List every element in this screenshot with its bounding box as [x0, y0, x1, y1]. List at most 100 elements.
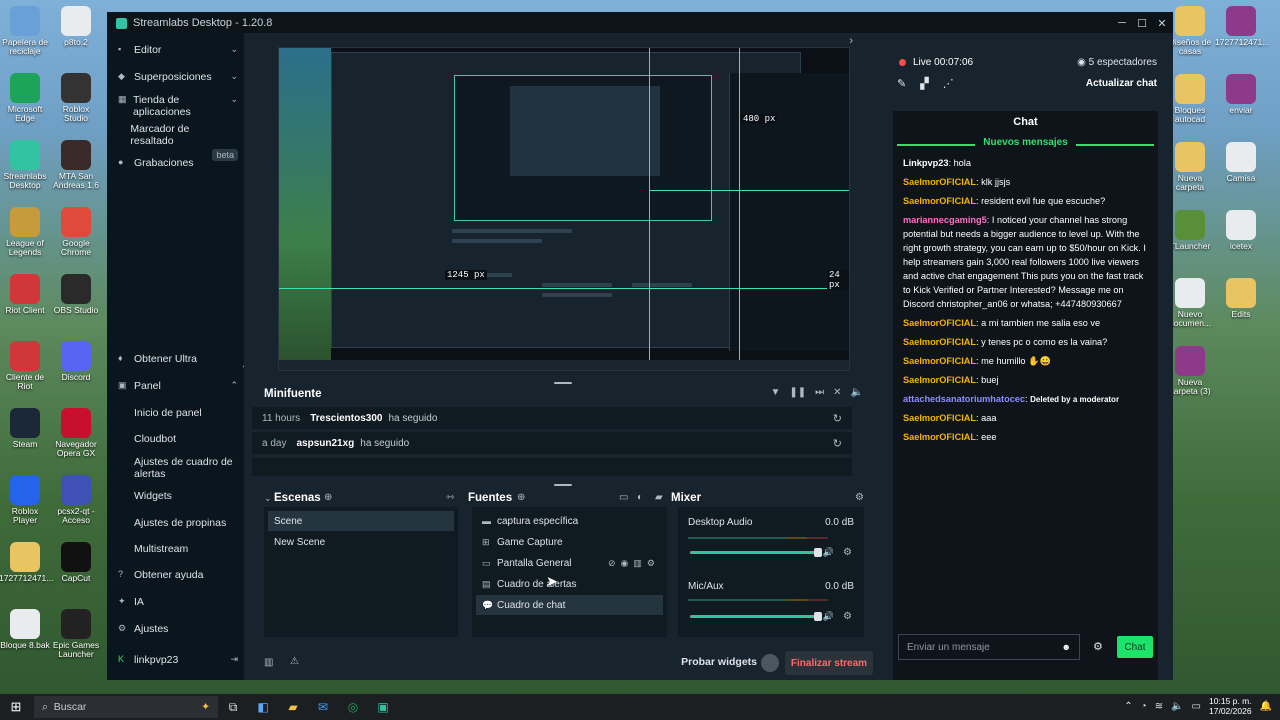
sidebar-item-overlays[interactable]: ◆ Superposiciones ⌄	[118, 71, 238, 83]
dashboard-icon[interactable]: ▞	[920, 77, 928, 90]
sidebar-item-settings[interactable]: ⚙ Ajustes	[118, 623, 238, 635]
pencil-icon[interactable]: ✎	[897, 77, 906, 90]
stats-icon[interactable]: ▥	[264, 657, 273, 668]
sidebar-item-help[interactable]: ? Obtener ayuda	[118, 569, 238, 581]
chevron-up-icon[interactable]: ⌃	[1124, 701, 1132, 712]
desktop-shortcut[interactable]: Microsoft Edge	[0, 73, 51, 124]
chat-username[interactable]: SaelmorOFICIAL	[903, 413, 976, 423]
sidebar-subitem-dashboard-home[interactable]: Inicio de panel	[134, 407, 238, 419]
close-button[interactable]: ✕	[1152, 17, 1172, 30]
chat-username[interactable]: attachedsanatoriumhatocec	[903, 394, 1025, 404]
notification-icon[interactable]: 🔔	[1260, 701, 1272, 712]
visual-studio-icon[interactable]: ◧	[248, 700, 278, 714]
streamlabs-taskbar-icon[interactable]: ▣	[368, 700, 398, 714]
warning-icon[interactable]: ⚠	[290, 656, 299, 667]
taskbar-search[interactable]: ⌕ Buscar ✦	[34, 696, 218, 718]
chat-username[interactable]: SaelmorOFICIAL	[903, 356, 976, 366]
chat-username[interactable]: mariannecgaming5	[903, 215, 987, 225]
expand-chat-icon[interactable]: ›	[849, 35, 853, 47]
chat-username[interactable]: SaelmorOFICIAL	[903, 375, 976, 385]
desktop-shortcut[interactable]: Bloque 8.bak	[0, 609, 51, 650]
source-item[interactable]: ▤ Cuadro de alertas	[476, 574, 663, 594]
desktop-shortcut[interactable]: MTA San Andreas 1.6	[50, 140, 102, 191]
battery-icon[interactable]: ▭	[1192, 701, 1201, 712]
desktop-shortcut[interactable]: p8to.2	[50, 6, 102, 47]
volume-slider-mic[interactable]	[690, 612, 822, 621]
sidebar-subitem-tip-settings[interactable]: Ajustes de propinas	[134, 517, 238, 529]
chat-username[interactable]: SaelmorOFICIAL	[903, 177, 976, 187]
sidebar-item-app-store[interactable]: ▦ Tienda de aplicaciones ⌄	[118, 94, 238, 118]
mail-icon[interactable]: ✉	[308, 700, 338, 714]
volume-icon[interactable]: 🔈	[851, 387, 863, 398]
gear-icon[interactable]: ⚙	[843, 611, 852, 622]
scene-transitions-icon[interactable]: ⇿	[446, 492, 454, 503]
sidebar-item-recordings[interactable]: ● Grabaciones	[118, 157, 238, 169]
desktop-shortcut[interactable]: Cliente de Riot	[0, 341, 51, 392]
resize-handle[interactable]	[554, 484, 572, 486]
clock[interactable]: 10:15 p. m. 17/02/2026	[1209, 696, 1252, 716]
chat-input[interactable]: Enviar un mensaje ☻	[898, 634, 1080, 660]
desktop-shortcut[interactable]: Papelera de reciclaje	[0, 6, 51, 57]
sidebar-subitem-cloudbot[interactable]: Cloudbot	[134, 433, 238, 445]
desktop-shortcut[interactable]: icetex	[1215, 210, 1267, 251]
desktop-shortcut[interactable]: CapCut	[50, 542, 102, 583]
desktop-shortcut[interactable]: Epic Games Launcher	[50, 609, 102, 660]
gear-icon[interactable]: ⚙	[647, 558, 655, 569]
volume-slider-desktop[interactable]	[690, 548, 822, 557]
add-source-icon[interactable]: ⊕	[517, 492, 525, 503]
trash-icon[interactable]: ▥	[633, 558, 642, 569]
emoji-icon[interactable]: ☻	[1062, 642, 1071, 652]
refresh-chat-button[interactable]: Actualizar chat	[1086, 78, 1157, 89]
speaker-icon[interactable]: 🔊	[823, 547, 834, 558]
chat-username[interactable]: SaelmorOFICIAL	[903, 337, 976, 347]
skip-icon[interactable]: ⏭	[815, 387, 824, 398]
source-view-icon[interactable]: ◐	[637, 492, 643, 503]
mute-alerts-icon[interactable]: ✕	[833, 387, 841, 398]
desktop-shortcut[interactable]: Google Chrome	[50, 207, 102, 258]
repeat-alert-icon[interactable]: ↻	[833, 437, 842, 450]
desktop-shortcut[interactable]: Streamlabs Desktop	[0, 140, 51, 191]
test-widgets-button[interactable]: Probar widgets	[681, 656, 757, 668]
speaker-icon[interactable]: 🔈	[1171, 701, 1183, 712]
stream-preview[interactable]: 480 px 1245 px 24 px	[278, 47, 850, 371]
chevron-down-icon[interactable]: ⌄	[264, 493, 272, 504]
folder-icon[interactable]: ▰	[655, 492, 663, 503]
speaker-icon[interactable]: 🔊	[823, 611, 834, 622]
source-item[interactable]: ▬ captura específica	[476, 511, 663, 531]
sidebar-subitem-widgets[interactable]: Widgets	[134, 490, 238, 502]
desktop-shortcut[interactable]: Riot Client	[0, 274, 51, 315]
sidebar-subitem-alertbox-settings[interactable]: Ajustes de cuadro de alertas	[134, 456, 238, 480]
minimize-button[interactable]: ─	[1112, 17, 1132, 30]
chat-username[interactable]: SaelmorOFICIAL	[903, 318, 976, 328]
gear-icon[interactable]: ⚙	[843, 547, 852, 558]
sidebar-item-panel[interactable]: ▣ Panel ⌃	[118, 380, 238, 392]
file-explorer-icon[interactable]: ▰	[278, 700, 308, 714]
add-scene-icon[interactable]: ⊕	[324, 492, 332, 503]
lock-icon[interactable]: ⊘	[608, 558, 616, 569]
sidebar-item-ai[interactable]: ✦ IA	[118, 596, 238, 608]
desktop-shortcut[interactable]: League of Legends	[0, 207, 51, 258]
desktop-shortcut[interactable]: Camisa	[1215, 142, 1267, 183]
desktop-shortcut[interactable]: Navegador Opera GX	[50, 408, 102, 459]
sidebar-item-ultra[interactable]: ♦ Obtener Ultra	[118, 353, 238, 365]
pause-icon[interactable]: ❚❚	[789, 387, 806, 398]
resize-handle[interactable]	[554, 382, 572, 384]
network-icon[interactable]: ◔	[1141, 701, 1147, 712]
chat-username[interactable]: SaelmorOFICIAL	[903, 432, 976, 442]
source-group-icon[interactable]: ▭	[619, 492, 628, 503]
sidebar-item-editor[interactable]: ▪ Editor ⌄	[118, 44, 238, 56]
filter-icon[interactable]: ▼	[770, 387, 780, 398]
eye-icon[interactable]: ◉	[621, 558, 629, 569]
desktop-shortcut[interactable]: Discord	[50, 341, 102, 382]
desktop-shortcut[interactable]: 1727712471...	[0, 542, 53, 583]
edge-icon[interactable]: ◎	[338, 700, 368, 714]
desktop-shortcut[interactable]: pcsx2-qt - Acceso	[50, 475, 102, 526]
send-chat-button[interactable]: Chat	[1117, 636, 1153, 658]
source-item[interactable]: ⊞ Game Capture	[476, 532, 663, 552]
end-stream-button[interactable]: Finalizar stream	[785, 651, 873, 675]
desktop-shortcut[interactable]: Roblox Studio	[50, 73, 102, 124]
desktop-shortcut[interactable]: OBS Studio	[50, 274, 102, 315]
desktop-shortcut[interactable]: 1727712471...	[1215, 6, 1269, 47]
chat-settings-icon[interactable]: ⚙	[1093, 640, 1103, 653]
share-icon[interactable]: ⋰	[943, 77, 954, 90]
